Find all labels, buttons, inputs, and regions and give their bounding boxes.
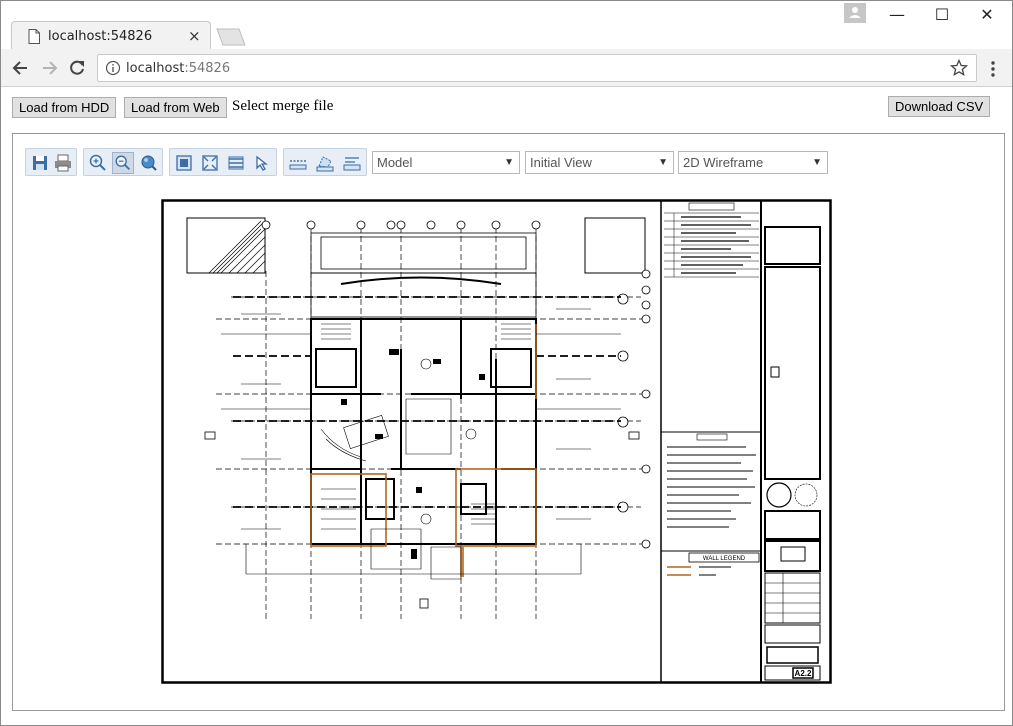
save-icon[interactable] (29, 152, 51, 174)
page-content: Load from HDD Load from Web Select merge… (1, 88, 1012, 725)
dropdown-arrow-icon: ▼ (812, 157, 822, 168)
model-space-select[interactable]: Model ▼ (372, 151, 520, 174)
dropdown-arrow-icon: ▼ (658, 157, 668, 168)
tab-title: localhost:54826 (48, 29, 153, 44)
info-icon[interactable] (105, 60, 121, 76)
browser-tab[interactable]: localhost:54826 × (11, 21, 211, 50)
view-tools (169, 148, 277, 176)
browser-menu-icon[interactable] (985, 59, 1001, 79)
tab-close-icon[interactable]: × (188, 27, 201, 45)
measure-distance-icon[interactable] (287, 152, 309, 174)
dropdown-arrow-icon: ▼ (504, 157, 514, 168)
bookmark-star-icon[interactable] (950, 59, 968, 77)
browser-toolbar: localhost:54826 (1, 49, 1012, 87)
zoom-tools (83, 148, 163, 176)
close-button[interactable]: ✕ (964, 5, 1010, 29)
zoom-window-icon[interactable] (173, 152, 195, 174)
visual-style-value: 2D Wireframe (683, 155, 764, 170)
model-space-value: Model (377, 155, 413, 170)
url-text[interactable]: localhost:54826 (126, 61, 230, 76)
layers-icon[interactable] (225, 152, 247, 174)
maximize-button[interactable]: ☐ (919, 5, 965, 29)
url-host: localhost (126, 61, 185, 76)
select-icon[interactable] (251, 152, 273, 174)
download-csv-button[interactable]: Download CSV (888, 96, 991, 117)
address-bar[interactable]: localhost:54826 (97, 54, 977, 82)
visual-style-select[interactable]: 2D Wireframe ▼ (678, 151, 828, 174)
wall-legend-title: WALL LEGEND (703, 556, 746, 562)
sheet-number: A2.2 (795, 669, 812, 678)
title-bar: localhost:54826 × — ☐ ✕ (1, 1, 1012, 50)
select-merge-file-label[interactable]: Select merge file (232, 98, 333, 115)
measure-area-icon[interactable] (314, 152, 336, 174)
cad-drawing-canvas[interactable]: WALL LEGEND A2.2 (161, 199, 832, 684)
named-view-select[interactable]: Initial View ▼ (525, 151, 674, 174)
minimize-button[interactable]: — (874, 5, 920, 29)
back-icon[interactable] (11, 58, 31, 78)
url-port: :54826 (184, 61, 231, 76)
zoom-extents-icon[interactable] (199, 152, 221, 174)
profile-icon[interactable] (844, 3, 866, 23)
new-tab-button[interactable] (213, 28, 247, 46)
measure-angle-icon[interactable] (341, 152, 363, 174)
load-from-hdd-button[interactable]: Load from HDD (12, 97, 117, 118)
measure-tools (283, 148, 367, 176)
print-icon[interactable] (52, 152, 74, 174)
browser-window: localhost:54826 × — ☐ ✕ localhost:54826 … (0, 0, 1013, 726)
reload-icon[interactable] (67, 58, 87, 78)
forward-icon[interactable] (39, 58, 59, 78)
zoom-3d-icon[interactable] (138, 152, 160, 174)
zoom-in-icon[interactable] (87, 152, 109, 174)
page-icon (28, 29, 40, 44)
zoom-out-icon[interactable] (112, 152, 134, 174)
person-icon (849, 7, 861, 18)
file-tools (25, 148, 77, 176)
named-view-value: Initial View (530, 155, 592, 170)
load-from-web-button[interactable]: Load from Web (124, 97, 227, 118)
cad-viewer[interactable]: Model ▼ Initial View ▼ 2D Wireframe ▼ WA… (12, 133, 1005, 711)
